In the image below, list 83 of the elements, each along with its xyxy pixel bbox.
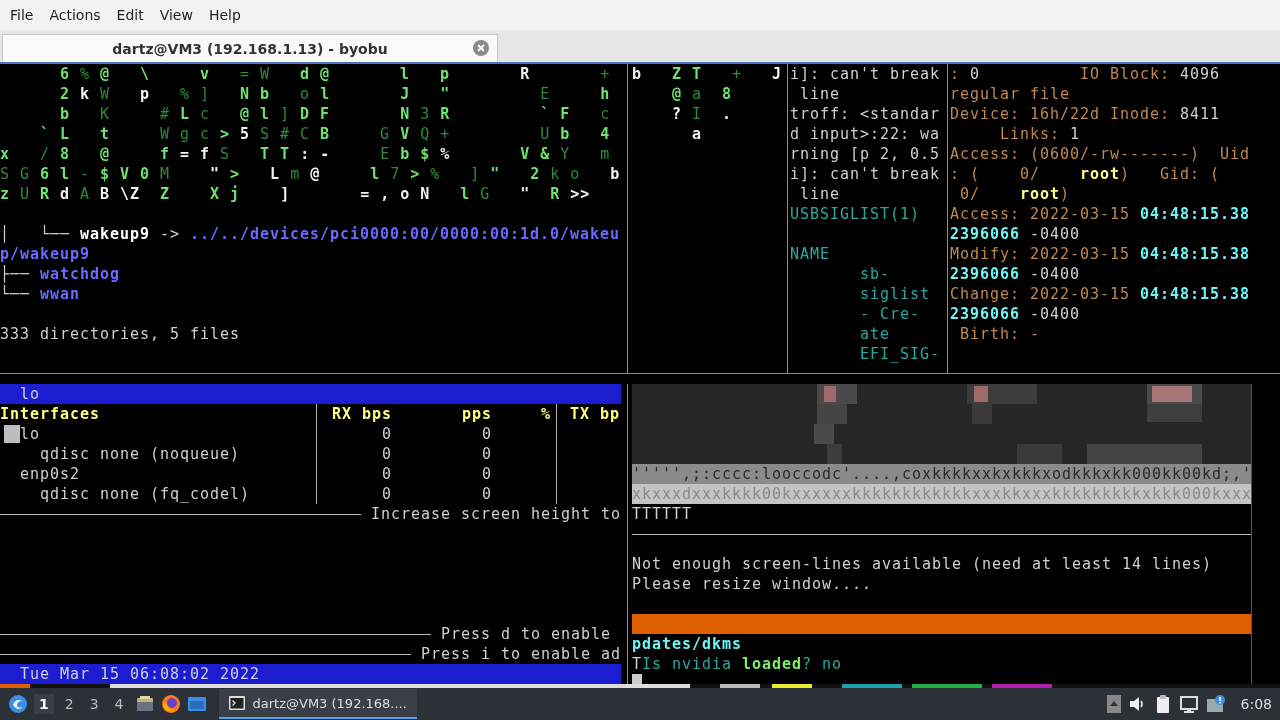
matrix-line: ` L t W g c > 5 S # C B G V Q + U b 4 [39,124,612,144]
hint-text: Increase screen height to [369,504,621,524]
interface-name[interactable]: lo [0,424,317,444]
table-cell-text: 0 [481,484,492,504]
qdisc-name[interactable]: qdisc none (noqueue) [0,444,317,464]
matrix-line: @ a 8 [671,84,734,104]
man-page-line: sb- [859,264,891,284]
man-page-line: USBSIGLIST(1) [790,204,921,224]
stat-line: Change: 2022-03-15 04:48:15.38 [950,284,1252,304]
matrix-line: b K # L c @ l ] D F N 3 R ` F c [59,104,612,124]
tree-line: ├── watchdog [0,264,122,284]
column-header: pps [461,404,492,424]
stat-line: : ( 0/ root) Gid: ( [950,164,1222,184]
matrix-line: 2 k W p % ] N b o l J " E h [59,84,612,104]
man-page-line: i]: can't break [790,64,941,84]
matrix-line: b Z T + J [632,64,784,84]
man-page-line: rning [p 2, 0.5 [790,144,941,164]
tree-line: p/wakeup9 [0,244,91,264]
table-cell-text: 0 [381,464,392,484]
man-page-line: line [799,84,841,104]
man-page-line: troff: <standar [790,104,941,124]
man-page-line: line [799,184,841,204]
menu-item[interactable]: View [151,3,201,27]
man-page-line: ate [859,324,891,344]
stat-line: 2396066 -0400 [950,264,1082,284]
table-cell-text: 0 [381,424,392,444]
window-button[interactable]: dartz@VM3 (192.168.... [218,689,417,719]
qdisc-name[interactable]: qdisc none (fq_codel) [0,484,317,504]
table-cell-text: 0 [381,444,392,464]
stat-line: Access: 2022-03-15 04:48:15.38 [950,204,1252,224]
message-text: Please resize window.... [632,574,874,594]
stat-line: Access: (0600/-rw-------) Uid [950,144,1252,164]
stat-line: Modify: 2022-03-15 04:48:15.38 [950,244,1252,264]
man-page-line: - Cre- [859,304,921,324]
message-text: Not enough screen-lines available (need at least 14 lines) [632,554,1214,574]
interface-name[interactable]: enp0s2 [0,464,317,484]
matrix-line: 6 % @ \ v = W d @ l p R + [59,64,612,84]
workspace-button[interactable]: 4 [109,694,129,714]
menu-item[interactable]: Help [200,3,249,27]
column-header: TX bp [569,404,621,424]
clock-bar: Tue Mar 15 06:08:02 2022 [0,664,621,684]
hint-text: Press d to enable [440,624,612,644]
stat-line: 2396066 -0400 [950,304,1082,324]
man-page-line: d input>:22: wa [790,124,941,144]
column-header: % [492,404,557,424]
stat-line: Birth: - [959,324,1041,344]
man-page-line: EFI_SIG- [859,344,941,364]
interface-title-bar: lo [0,384,621,404]
output-line: TIs nvidia loaded? no [632,654,844,674]
hint-text: Press i to enable ad [420,644,621,664]
output-line: pdates/dkms [632,634,743,654]
clock: 6:08 [1240,696,1272,712]
matrix-line: z U R d A B \Z Z X j ] = , o N l G " R >> [0,184,592,204]
stat-line: : 0 IO Block: 4096 [950,64,1222,84]
table-cell-text: 0 [481,444,492,464]
man-page-line: NAME [790,244,831,264]
matrix-line: S G 6 l - $ V 0 M " > L m @ l 7 > % ] " 2 k o b [0,164,622,184]
column-header: Interfaces [0,404,317,424]
table-cell-text: 0 [481,424,492,444]
stat-line: regular file [950,84,1071,104]
man-page-line: siglist [859,284,931,304]
tree-line: │ └── wakeup9 -> ../../devices/pci0000:00/0000:00:1d.0/wakeu [0,224,622,244]
menu-item[interactable]: Edit [108,3,152,27]
matrix-line: a [691,124,703,144]
matrix-line: ? I . [671,104,734,124]
table-cell-text: 0 [481,464,492,484]
workspace-button[interactable]: 3 [84,694,104,714]
column-header: RX bps [331,404,392,424]
matrix-line: x / 8 @ f = f S T T : - E b $ % V & Y m [0,144,612,164]
tree-line: 333 directories, 5 files [0,324,242,344]
menu-item[interactable]: Actions [41,3,109,27]
man-page-line: i]: can't break [790,164,941,184]
terminal-tab[interactable]: dartz@VM3 (192.168.1.13) - byobu [2,34,498,62]
table-cell-text: 0 [381,484,392,504]
tree-line: └── wwan [0,284,82,304]
workspace-button[interactable]: 1 [34,694,54,714]
stat-line: 2396066 -0400 [950,224,1082,244]
stat-line: Links: 1 [999,124,1082,144]
workspace-button[interactable]: 2 [59,694,79,714]
output-text: TTTTTT [632,504,693,524]
stat-line: 0/ root) [959,184,1072,204]
menu-item[interactable]: File [2,3,42,27]
stat-line: Device: 16h/22d Inode: 8411 [950,104,1222,124]
